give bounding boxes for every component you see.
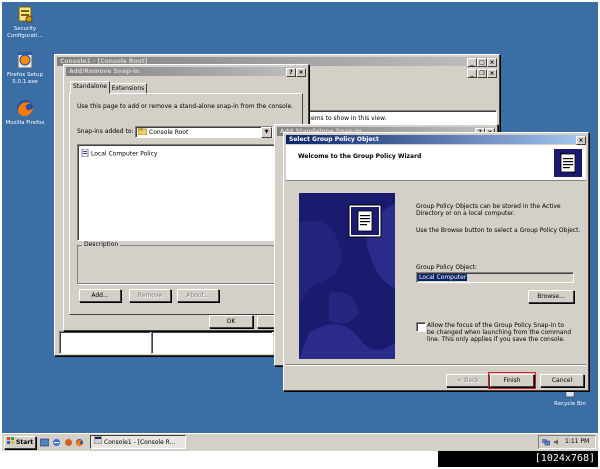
allow-focus-checkbox[interactable] [416,322,426,332]
ok-button-label: OK [226,318,236,325]
cancel-button[interactable]: Cancel [540,374,584,387]
snapin-list[interactable]: Local Computer Policy [77,144,275,241]
console-bottom-left-pane [59,331,151,354]
show-desktop-icon[interactable] [39,438,50,449]
desktop-icon-label: Recycle Bin [554,401,586,407]
wizard-header-title: Welcome to the Group Policy Wizard [298,153,422,160]
allow-focus-label: Allow the focus of the Group Policy Snap… [427,322,572,343]
policy-icon [81,148,89,159]
close-button[interactable]: × [296,68,306,77]
desktop: Security Configurati... Firefox Setup 5.… [2,2,598,435]
add-button[interactable]: Add... [79,289,121,302]
gpo-wizard-dialog[interactable]: Select Group Policy Object × Welcome to … [283,132,589,391]
browse-button-label: Browse... [537,293,565,300]
console-empty-text: items to show in this view. [307,115,387,122]
finish-button-label: Finish [503,377,521,384]
remove-button-label: Remove [137,292,163,299]
desktop-icon-mozilla-firefox[interactable]: Mozilla Firefox [2,98,48,127]
volume-icon[interactable] [553,438,561,448]
gpo-wizard-title: Select Group Policy Object [289,136,379,143]
snapins-added-label: Snap-ins added to: [77,128,134,135]
start-label: Start [16,439,34,446]
wizard-para-2: Use the Browse button to select a Group … [416,227,581,234]
snapin-titlebar[interactable]: Add/Remove Snap-in [66,67,306,76]
maximize-button[interactable]: □ [477,58,487,67]
ok-button[interactable]: OK [209,315,253,328]
finish-button[interactable]: Finish [488,372,536,389]
inner-close-button[interactable]: × [487,69,497,78]
taskbar: Start Console1 - [Console R... 1:11 PM [2,433,598,451]
close-button[interactable]: × [576,136,586,145]
tab-standalone-label: Standalone [73,83,107,90]
list-item-label: Local Computer Policy [91,150,158,158]
desktop-icon-label: Firefox Setup 5.0.1.exe [7,72,43,85]
desktop-icon-firefox-setup[interactable]: Firefox Setup 5.0.1.exe [2,50,48,86]
inner-restore-button[interactable]: ❐ [477,69,487,78]
clock: 1:11 PM [565,438,590,445]
start-button[interactable]: Start [4,436,36,449]
gpo-field[interactable]: Local Computer [416,272,574,283]
screen: Security Configurati... Firefox Setup 5.… [0,0,600,469]
scroll-icon [554,149,582,177]
snapin-description-text: Use this page to add or remove a stand-a… [77,103,294,110]
desktop-icon-label: Mozilla Firefox [5,120,45,126]
desktop-icon-label: Security Configurati... [7,26,43,39]
system-tray: 1:11 PM [538,435,596,449]
snapin-dialog[interactable]: Add/Remove Snap-in ? × Standalone Extens… [63,64,309,331]
desktop-icon-security-config[interactable]: Security Configurati... [2,4,48,40]
gpo-wizard-titlebar[interactable]: Select Group Policy Object [286,135,586,144]
inner-minimize-button[interactable]: _ [467,69,477,78]
add-button-label: Add... [91,292,109,299]
wizard-header: Welcome to the Group Policy Wizard [286,145,586,181]
mozilla-firefox-icon [15,98,35,118]
taskbar-task-console[interactable]: Console1 - [Console R... [90,435,186,449]
security-configuration-icon [15,4,35,24]
wizard-art-panel [299,193,395,359]
quick-launch [39,437,86,449]
back-button[interactable]: < Back [446,374,490,387]
snapins-added-value: Console Root [149,129,189,136]
network-icon[interactable] [542,438,551,448]
about-button-label: About... [186,292,210,299]
cancel-button-label: Cancel [551,377,573,384]
windows-logo-icon [6,437,14,448]
list-item[interactable]: Local Computer Policy [81,148,158,159]
minimize-button[interactable]: _ [467,58,477,67]
wizard-para-1: Group Policy Objects can be stored in th… [416,203,561,217]
description-group: Description [77,241,275,284]
snapin-title: Add/Remove Snap-in [69,68,140,75]
folder-icon [137,127,148,137]
console-task-icon [93,436,103,448]
close-button[interactable]: × [487,58,497,67]
snapins-added-dropdown[interactable]: Console Root ▼ [135,126,273,138]
about-button[interactable]: About... [177,289,219,302]
wizard-divider [286,364,586,366]
gpo-field-label: Group Policy Object: [416,264,477,271]
firefox-setup-icon [15,50,35,70]
help-button[interactable]: ? [286,68,296,77]
console-bottom-mid-pane [151,331,273,354]
remove-button[interactable]: Remove [129,289,171,302]
taskbar-task-label: Console1 - [Console R... [104,439,176,446]
description-group-label: Description [82,241,121,248]
tab-extensions-label: Extensions [111,85,145,92]
resolution-caption: [1024x768] https://upic.me/ [438,451,598,467]
gpo-field-value: Local Computer [418,274,468,281]
tab-standalone[interactable]: Standalone [70,81,110,94]
internet-explorer-icon[interactable] [52,438,61,449]
media-icon[interactable] [64,438,73,449]
chevron-down-icon[interactable]: ▼ [261,127,272,138]
firefox-quicklaunch-icon[interactable] [75,438,84,449]
browse-button[interactable]: Browse... [528,290,574,303]
back-button-label: < Back [457,377,479,384]
